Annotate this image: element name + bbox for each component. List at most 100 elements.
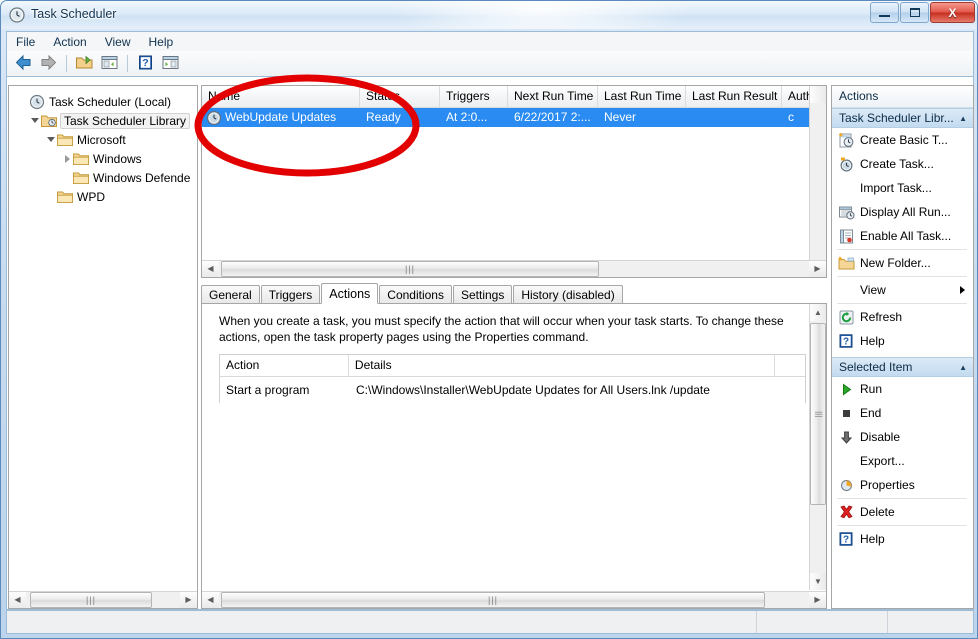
action-enable-all-tasks-history[interactable]: Enable All Task... [832, 224, 973, 248]
svg-text:?: ? [843, 535, 849, 546]
clock-icon [206, 110, 222, 126]
up-folder-button[interactable] [72, 53, 96, 75]
tree-item-wpd[interactable]: WPD [13, 187, 197, 206]
toolbar-separator-2 [127, 55, 128, 72]
column-header-last-run-time[interactable]: Last Run Time [598, 86, 686, 108]
scroll-thumb[interactable]: ||| [30, 592, 152, 608]
tab-history-disabled[interactable]: History (disabled) [513, 285, 623, 304]
column-header-name[interactable]: Name [202, 86, 360, 108]
scroll-right-arrow[interactable]: ▶ [809, 592, 826, 608]
action-properties[interactable]: Properties [832, 473, 973, 497]
show-hide-action-pane-button[interactable] [158, 53, 182, 75]
action-view[interactable]: View [832, 278, 973, 302]
task-list-horizontal-scrollbar[interactable]: ◀ ||| ▶ [202, 260, 826, 277]
column-header-action[interactable]: Action [220, 355, 349, 377]
tab-actions[interactable]: Actions [321, 283, 379, 304]
action-disable[interactable]: Disable [832, 425, 973, 449]
column-header-details[interactable]: Details [349, 355, 776, 377]
scroll-track[interactable]: ||| [26, 592, 180, 608]
tab-conditions[interactable]: Conditions [379, 285, 452, 304]
tree-expander[interactable] [29, 115, 41, 127]
action-new-folder[interactable]: New Folder... [832, 251, 973, 275]
back-icon [14, 54, 33, 74]
menu-item-action[interactable]: Action [44, 33, 95, 51]
column-header-extra[interactable] [775, 355, 805, 377]
action-delete[interactable]: Delete [832, 500, 973, 524]
tree-expander[interactable] [61, 153, 73, 165]
back-button[interactable] [11, 53, 35, 75]
tree-horizontal-scrollbar[interactable]: ◀ ||| ▶ [9, 591, 197, 608]
action-create-task[interactable]: Create Task... [832, 152, 973, 176]
tree-item-label: Task Scheduler (Local) [49, 94, 172, 109]
status-bar [6, 610, 974, 634]
tab-settings[interactable]: Settings [452, 285, 513, 304]
task-list-vertical-scrollbar[interactable] [809, 86, 826, 261]
tab-triggers[interactable]: Triggers [260, 285, 321, 304]
tree-item-task-scheduler-library[interactable]: Task Scheduler Library [13, 111, 197, 130]
tab-general[interactable]: General [201, 285, 260, 304]
menu-item-help[interactable]: Help [140, 33, 183, 51]
action-display-all-running-tasks[interactable]: Display All Run... [832, 200, 973, 224]
run-icon [837, 380, 855, 398]
show-hide-console-tree-button[interactable] [97, 53, 121, 75]
action-export[interactable]: Export... [832, 449, 973, 473]
details-horizontal-scrollbar[interactable]: ◀ ||| ▶ [202, 591, 826, 608]
tree-item-task-scheduler-local[interactable]: Task Scheduler (Local) [13, 92, 197, 111]
column-header-status[interactable]: Status [360, 86, 440, 108]
scroll-left-arrow[interactable]: ◀ [202, 261, 219, 277]
scroll-right-arrow[interactable]: ▶ [180, 592, 197, 608]
tree-expander[interactable] [45, 134, 57, 146]
scroll-right-arrow[interactable]: ▶ [809, 261, 826, 277]
tree-item-windows-defender[interactable]: Windows Defende [13, 168, 197, 187]
create-task-icon [837, 155, 855, 173]
scroll-up-arrow[interactable]: ▲ [810, 304, 826, 321]
scroll-left-arrow[interactable]: ◀ [9, 592, 26, 608]
actions-group-label: Selected Item [839, 359, 913, 374]
action-end[interactable]: End [832, 401, 973, 425]
toolbar: ? [6, 51, 974, 77]
scroll-thumb[interactable]: ||| [810, 323, 826, 505]
action-label: Properties [860, 478, 915, 492]
scroll-up-arrow[interactable] [810, 86, 826, 103]
minimize-button[interactable] [870, 2, 899, 23]
menu-item-file[interactable]: File [7, 33, 44, 51]
forward-button[interactable] [36, 53, 60, 75]
titlebar-glow [391, 1, 691, 29]
action-help-selected-item[interactable]: ? Help [832, 527, 973, 551]
close-icon: X [948, 5, 957, 20]
action-refresh[interactable]: Refresh [832, 305, 973, 329]
end-icon [837, 404, 855, 422]
action-create-basic-task[interactable]: Create Basic T... [832, 128, 973, 152]
action-run[interactable]: Run [832, 377, 973, 401]
help-button[interactable]: ? [133, 53, 157, 75]
actions-group-header-selected-item[interactable]: Selected Item ▲ [832, 357, 973, 377]
close-button[interactable]: X [930, 2, 975, 23]
details-vertical-scrollbar[interactable]: ▲ ||| ▼ [809, 304, 826, 590]
tree-item-windows[interactable]: Windows [13, 149, 197, 168]
scroll-track[interactable]: ||| [219, 592, 809, 608]
table-row[interactable]: Start a program C:\Windows\Installer\Web… [220, 377, 805, 403]
column-header-next-run-time[interactable]: Next Run Time [508, 86, 598, 108]
action-import-task[interactable]: Import Task... [832, 176, 973, 200]
tree-item-microsoft[interactable]: Microsoft [13, 130, 197, 149]
actions-group-header-library[interactable]: Task Scheduler Libr... ▲ [832, 108, 973, 128]
tree-item-label: WPD [77, 189, 105, 204]
scroll-track[interactable]: ||| [219, 261, 809, 277]
actions-pane-title: Actions [832, 86, 973, 108]
folder-icon [73, 152, 89, 166]
maximize-button[interactable] [900, 2, 929, 23]
chevron-up-icon[interactable]: ▲ [959, 109, 967, 128]
scroll-left-arrow[interactable]: ◀ [202, 592, 219, 608]
scroll-thumb[interactable]: ||| [221, 592, 765, 608]
create-basic-task-icon [837, 131, 855, 149]
chevron-up-icon[interactable]: ▲ [959, 358, 967, 377]
scroll-down-arrow[interactable]: ▼ [810, 573, 826, 590]
table-row[interactable]: WebUpdate Updates Ready At 2:0... 6/22/2… [202, 108, 826, 127]
column-header-triggers[interactable]: Triggers [440, 86, 508, 108]
menu-item-view[interactable]: View [96, 33, 140, 51]
show-hide-console-tree-icon [100, 54, 119, 74]
scroll-thumb[interactable]: ||| [221, 261, 599, 277]
folder-icon [73, 171, 89, 185]
action-help-library[interactable]: ? Help [832, 329, 973, 353]
column-header-last-run-result[interactable]: Last Run Result [686, 86, 782, 108]
